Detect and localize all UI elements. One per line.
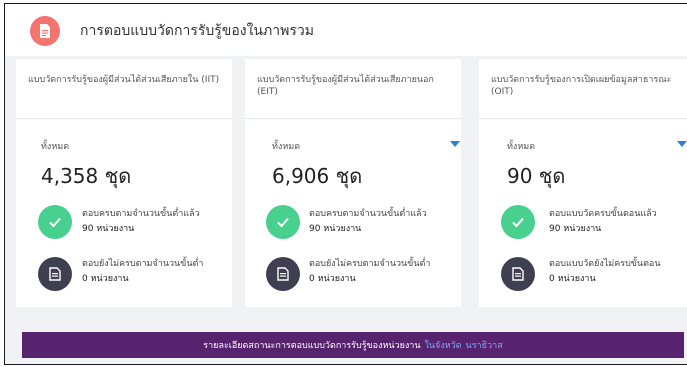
done-stat: ตอบแบบวัดครบขั้นตอนแล้ว 90 หน่วยงาน [549, 207, 657, 237]
province-link[interactable]: ในจังหวัด [425, 338, 462, 352]
document-icon [501, 257, 535, 291]
document-icon [30, 16, 60, 46]
chevron-down-icon[interactable] [677, 141, 687, 147]
pending-stat: ตอบยังไม่ครบตามจำนวนขั้นต่ำ 0 หน่วยงาน [82, 257, 203, 287]
card-eit: แบบวัดการรับรู้ของผู้มีส่วนได้ส่วนเสียภา… [245, 59, 461, 307]
check-icon [266, 205, 300, 239]
card-title: แบบวัดการรับรู้ของผู้มีส่วนได้ส่วนเสียภา… [245, 59, 461, 119]
status-detail-banner: รายละเอียดสถานะการตอบแบบวัดการรับรู้ของห… [22, 332, 684, 358]
pending-label: ตอบยังไม่ครบตามจำนวนขั้นต่ำ [82, 259, 204, 269]
pending-label: ตอบแบบวัดยังไม่ครบขั้นตอน [549, 259, 661, 269]
card-iit: แบบวัดการรับรู้ของผู้มีส่วนได้ส่วนเสียภา… [16, 59, 232, 307]
total-count: 4,358 ชุด [41, 164, 132, 188]
done-label: ตอบครบตามจำนวนขั้นต่ำแล้ว [82, 209, 200, 219]
total-label: ทั้งหมด [272, 142, 301, 152]
panel-header: การตอบแบบวัดการรับรู้ของในภาพรวม [5, 4, 687, 56]
pending-value: 0 หน่วยงาน [309, 274, 356, 284]
done-label: ตอบครบตามจำนวนขั้นต่ำแล้ว [309, 209, 427, 219]
chevron-down-icon[interactable] [450, 141, 460, 147]
pending-stat: ตอบยังไม่ครบตามจำนวนขั้นต่ำ 0 หน่วยงาน [309, 257, 430, 287]
done-value: 90 หน่วยงาน [82, 224, 135, 234]
page-title: การตอบแบบวัดการรับรู้ของในภาพรวม [80, 23, 314, 39]
done-label: ตอบแบบวัดครบขั้นตอนแล้ว [549, 209, 657, 219]
pending-label: ตอบยังไม่ครบตามจำนวนขั้นต่ำ [309, 259, 431, 269]
done-stat: ตอบครบตามจำนวนขั้นต่ำแล้ว 90 หน่วยงาน [82, 207, 200, 237]
total-count: 6,906 ชุด [272, 164, 363, 188]
done-stat: ตอบครบตามจำนวนขั้นต่ำแล้ว 90 หน่วยงาน [309, 207, 427, 237]
pending-value: 0 หน่วยงาน [82, 274, 129, 284]
panel: การตอบแบบวัดการรับรู้ของในภาพรวม แบบวัดก… [4, 3, 687, 365]
total-label: ทั้งหมด [507, 142, 536, 152]
done-value: 90 หน่วยงาน [309, 224, 362, 234]
card-title: แบบวัดการรับรู้ของการเปิดเผยข้อมูลสาธารณ… [479, 59, 687, 119]
card-title: แบบวัดการรับรู้ของผู้มีส่วนได้ส่วนเสียภา… [16, 59, 232, 119]
total-count: 90 ชุด [507, 164, 566, 188]
pending-value: 0 หน่วยงาน [549, 274, 596, 284]
pending-stat: ตอบแบบวัดยังไม่ครบขั้นตอน 0 หน่วยงาน [549, 257, 661, 287]
check-icon [38, 205, 72, 239]
total-label: ทั้งหมด [41, 142, 70, 152]
card-oit: แบบวัดการรับรู้ของการเปิดเผยข้อมูลสาธารณ… [479, 59, 687, 307]
document-icon [38, 257, 72, 291]
document-icon [266, 257, 300, 291]
check-icon [501, 205, 535, 239]
province-name-link[interactable]: นราธิวาส [466, 338, 503, 352]
done-value: 90 หน่วยงาน [549, 224, 602, 234]
banner-text: รายละเอียดสถานะการตอบแบบวัดการรับรู้ของห… [203, 341, 421, 351]
